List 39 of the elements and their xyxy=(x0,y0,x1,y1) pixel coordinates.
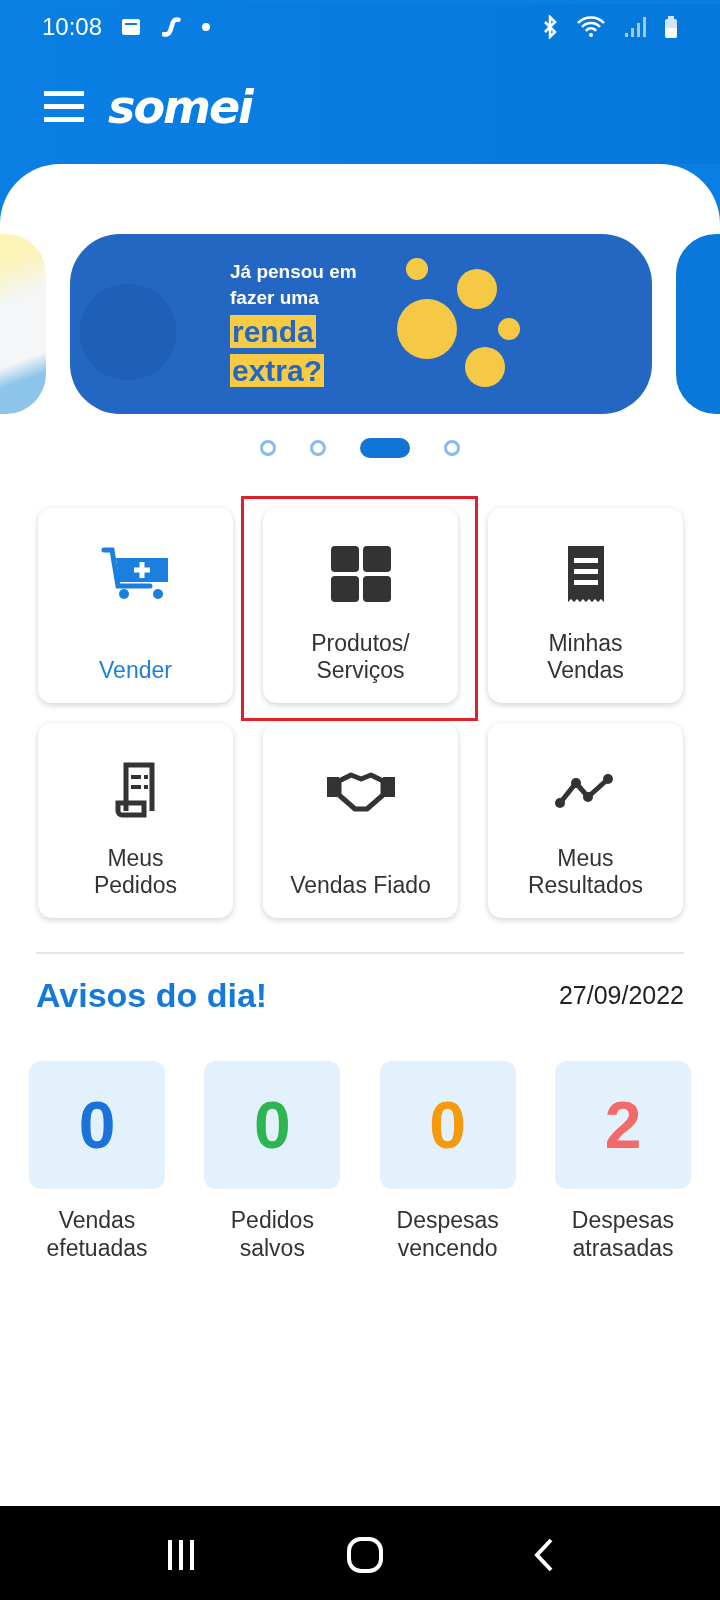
banner-text: Já pensou em xyxy=(230,261,357,283)
banner-highlight: extra? xyxy=(230,354,325,387)
back-icon xyxy=(534,1538,555,1572)
promo-banner[interactable]: Já pensou em fazer uma renda extra? xyxy=(70,234,652,414)
menu-icon xyxy=(44,91,84,123)
wifi-icon xyxy=(576,15,606,39)
carousel-dot[interactable] xyxy=(310,440,326,456)
count-value: 0 xyxy=(29,1061,165,1189)
home-button[interactable] xyxy=(347,1537,383,1573)
home-icon xyxy=(347,1537,383,1573)
menu-tile[interactable]: Minhas Vendas xyxy=(488,508,683,703)
count-value: 0 xyxy=(204,1061,341,1189)
carousel-dot[interactable] xyxy=(444,440,460,456)
count-value: 0 xyxy=(379,1061,516,1189)
banner-text: fazer uma xyxy=(230,287,320,309)
notification-dot-icon xyxy=(202,23,211,31)
bluetooth-icon xyxy=(542,15,558,39)
count-label: Despesas vencendo xyxy=(395,1207,500,1263)
count-label: Vendas efetuadas xyxy=(45,1207,149,1263)
app-logo: somei xyxy=(108,80,252,134)
menu-tile[interactable]: Meus Pedidos xyxy=(38,723,233,918)
count-value: 2 xyxy=(555,1061,691,1189)
banner-highlight: renda xyxy=(230,315,316,348)
back-button[interactable] xyxy=(534,1538,555,1572)
menu-tile[interactable]: Meus Resultados xyxy=(488,723,683,918)
count-label: Pedidos salvos xyxy=(229,1207,315,1263)
date-label: 27/09/2022 xyxy=(558,981,684,1010)
carousel-dot[interactable] xyxy=(260,440,276,456)
menu-tile[interactable]: Produtos/ Serviços xyxy=(263,508,458,703)
count-label: Despesas atrasadas xyxy=(570,1207,676,1263)
menu-tile[interactable]: Vender xyxy=(38,508,233,703)
recent-apps-icon xyxy=(165,1540,196,1570)
section-title: Avisos do dia! xyxy=(36,976,268,1015)
status-time: 10:08 xyxy=(42,13,103,41)
battery-icon xyxy=(664,15,678,39)
signal-icon xyxy=(624,15,646,39)
recent-apps-button[interactable] xyxy=(165,1540,196,1570)
menu-tile[interactable]: Vendas Fiado xyxy=(263,723,458,918)
menu-button[interactable] xyxy=(44,91,84,123)
